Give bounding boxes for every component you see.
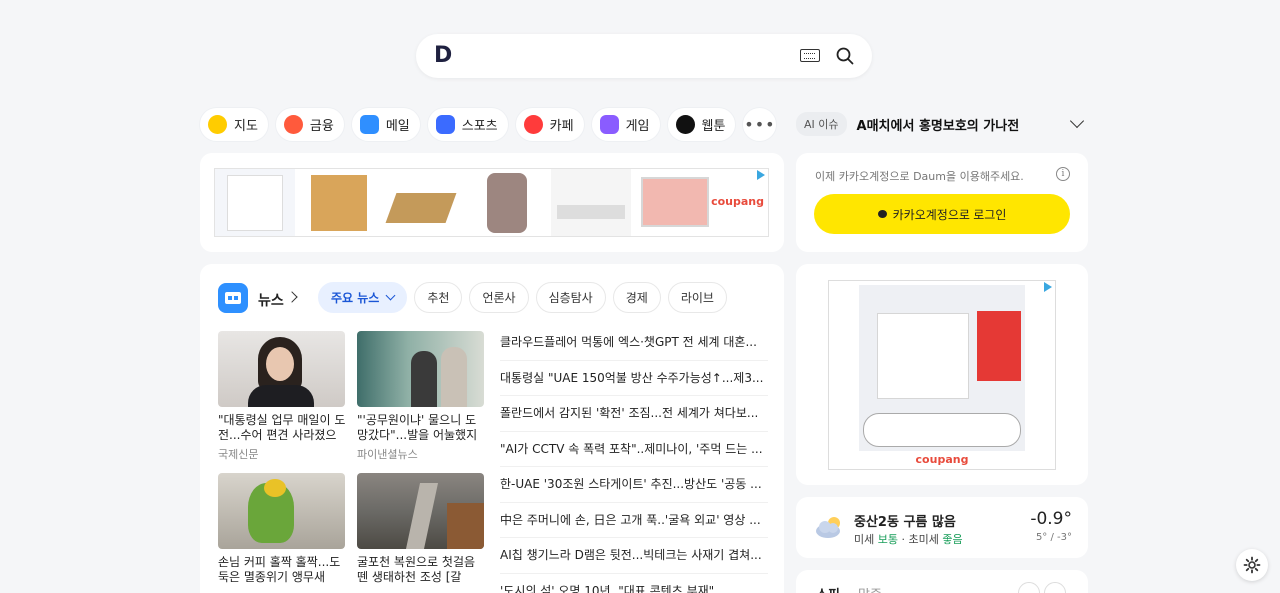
shortcut-webtoon[interactable]: 웹툰 bbox=[667, 108, 736, 141]
news-photo-title[interactable]: 굴포천 복원으로 첫걸음 뗀 생태하천 조성 [갈 bbox=[357, 555, 487, 585]
news-photo[interactable] bbox=[218, 331, 345, 407]
ad-banner[interactable]: coupang bbox=[214, 168, 769, 237]
ad-product-image[interactable] bbox=[467, 169, 547, 236]
news-photo[interactable] bbox=[357, 473, 484, 549]
settings-button[interactable] bbox=[1236, 549, 1268, 581]
news-photo-title[interactable]: "대통령실 업무 매일이 도전...수어 편견 사라졌으면" bbox=[218, 413, 348, 443]
cafe-icon bbox=[523, 115, 543, 134]
news-tabs: 주요 뉴스 추천 언론사 심층탐사 경제 라이브 bbox=[318, 282, 727, 313]
tab-live[interactable]: 라이브 bbox=[667, 282, 727, 313]
ad-product-image[interactable] bbox=[635, 169, 715, 236]
coupang-logo[interactable]: coupang bbox=[711, 195, 764, 208]
search-icon[interactable] bbox=[836, 47, 854, 65]
mail-icon bbox=[359, 115, 379, 134]
tab-investigative[interactable]: 심층탐사 bbox=[535, 282, 606, 313]
tab-recommended[interactable]: 추천 bbox=[414, 282, 463, 313]
news-title[interactable]: 뉴스 bbox=[258, 290, 284, 310]
shortcut-finance[interactable]: 금융 bbox=[275, 108, 344, 141]
more-icon: ••• bbox=[744, 115, 776, 134]
prev-button[interactable] bbox=[1018, 582, 1040, 593]
ai-issue-text[interactable]: A매치에서 홍명보호의 가나전 bbox=[857, 115, 1072, 134]
search-bar[interactable]: D bbox=[416, 34, 872, 78]
current-temperature: -0.9° bbox=[1030, 509, 1072, 529]
daum-logo[interactable]: D bbox=[434, 43, 452, 68]
ad-side-card: coupang bbox=[796, 264, 1088, 485]
ai-issue-bar[interactable]: AI 이슈 A매치에서 홍명보호의 가나전 bbox=[796, 110, 1088, 138]
bottom-tabs-card: 스핀 많증 bbox=[796, 570, 1088, 593]
news-photo[interactable] bbox=[357, 331, 484, 407]
weather-location: 중산2동 구름 많음 bbox=[854, 515, 956, 530]
news-photo-title[interactable]: "'공무원이냐' 물으니 도망갔다"...발을 어눌했지만 bbox=[357, 413, 487, 443]
info-icon[interactable]: i bbox=[1056, 167, 1070, 181]
headline-item[interactable]: "AI가 CCTV 속 폭력 포착"..제미나이, '주먹 드는 ... bbox=[500, 432, 768, 467]
headline-item[interactable]: 대통령실 "UAE 150억불 방산 수주가능성↑...제3... bbox=[500, 361, 768, 396]
cloudy-icon bbox=[816, 517, 840, 538]
news-photo-title[interactable]: 손님 커피 홀짝 홀짝...도둑은 멸종위기 앵무새 bbox=[218, 555, 348, 585]
service-shortcuts: 지도 금융 메일 스포츠 카페 게임 웹툰 ••• bbox=[200, 108, 777, 141]
air-quality: 미세 보통 · 초미세 좋음 bbox=[854, 533, 963, 546]
ad-product-image[interactable] bbox=[215, 169, 295, 236]
ad-side-banner[interactable]: coupang bbox=[828, 280, 1056, 470]
headline-item[interactable]: 폴란드에서 감지된 '확전' 조짐...전 세계가 쳐다보... bbox=[500, 396, 768, 432]
temperature-range: 5° / -3° bbox=[1035, 532, 1072, 543]
news-source[interactable]: 파이낸셜뉴스 bbox=[357, 446, 418, 462]
tab-second[interactable]: 많증 bbox=[858, 584, 882, 593]
game-icon bbox=[599, 115, 619, 134]
headline-item[interactable]: 中은 주머니에 손, 日은 고개 푹..'굴욕 외교' 영상 ... bbox=[500, 503, 768, 538]
shortcut-game[interactable]: 게임 bbox=[591, 108, 660, 141]
tab-economy[interactable]: 경제 bbox=[612, 282, 661, 313]
chevron-down-icon[interactable] bbox=[1069, 113, 1085, 129]
headline-list: 클라우드플레어 먹통에 엑스·챗GPT 전 세계 대혼... 대통령실 "UAE… bbox=[500, 325, 768, 593]
ad-banner-card: coupang bbox=[200, 153, 784, 252]
login-message: 이제 카카오계정으로 Daum을 이용해주세요. bbox=[815, 170, 1024, 183]
news-section: 뉴스 주요 뉴스 추천 언론사 심층탐사 경제 라이브 "대통령실 업무 매일이… bbox=[200, 264, 784, 593]
ad-product-image[interactable] bbox=[383, 169, 463, 236]
chat-bubble-icon bbox=[877, 210, 887, 218]
sports-icon bbox=[435, 115, 455, 134]
keyboard-icon[interactable] bbox=[800, 49, 820, 62]
gear-icon bbox=[1243, 556, 1261, 574]
headline-item[interactable]: '도시의 섬' 오명 10년, "대표 콘텐츠 부재" bbox=[500, 574, 768, 593]
ad-product-image[interactable] bbox=[299, 169, 379, 236]
news-photo[interactable] bbox=[218, 473, 345, 549]
shortcut-map[interactable]: 지도 bbox=[200, 108, 268, 141]
login-card: 이제 카카오계정으로 Daum을 이용해주세요. i 카카오계정으로 로그인 bbox=[796, 153, 1088, 252]
adchoices-icon[interactable] bbox=[757, 170, 766, 180]
headline-item[interactable]: 한-UAE '30조원 스타게이트' 추진...방산도 '공동 ... bbox=[500, 467, 768, 503]
headline-item[interactable]: 클라우드플레어 먹통에 엑스·챗GPT 전 세계 대혼... bbox=[500, 325, 768, 361]
kakao-login-button[interactable]: 카카오계정으로 로그인 bbox=[814, 194, 1070, 234]
chevron-down-icon bbox=[385, 290, 396, 301]
shortcut-sports[interactable]: 스포츠 bbox=[427, 108, 508, 141]
weather-card[interactable]: 중산2동 구름 많음 미세 보통 · 초미세 좋음 -0.9° 5° / -3° bbox=[796, 497, 1088, 558]
headline-item[interactable]: AI칩 챙기느라 D램은 뒷전...빅테크는 사재기 겹쳐... bbox=[500, 538, 768, 574]
news-icon bbox=[218, 283, 248, 313]
ad-product-image[interactable] bbox=[551, 169, 631, 236]
shortcut-mail[interactable]: 메일 bbox=[351, 108, 420, 141]
more-shortcuts-button[interactable]: ••• bbox=[743, 108, 777, 141]
next-button[interactable] bbox=[1044, 582, 1066, 593]
tab-press[interactable]: 언론사 bbox=[469, 282, 529, 313]
adchoices-icon[interactable] bbox=[1044, 282, 1053, 292]
tab-main-news[interactable]: 주요 뉴스 bbox=[318, 282, 408, 313]
finance-chart-icon bbox=[283, 115, 303, 134]
ad-product-image[interactable] bbox=[859, 285, 1025, 451]
ai-issue-badge: AI 이슈 bbox=[796, 112, 847, 136]
shortcut-cafe[interactable]: 카페 bbox=[515, 108, 584, 141]
coupang-logo[interactable]: coupang bbox=[829, 453, 1055, 466]
map-pin-icon bbox=[208, 115, 227, 134]
news-source[interactable]: 국제신문 bbox=[218, 446, 258, 462]
chevron-right-icon[interactable] bbox=[286, 291, 298, 303]
webtoon-icon bbox=[675, 115, 695, 134]
tab-spin[interactable]: 스핀 bbox=[816, 584, 840, 593]
